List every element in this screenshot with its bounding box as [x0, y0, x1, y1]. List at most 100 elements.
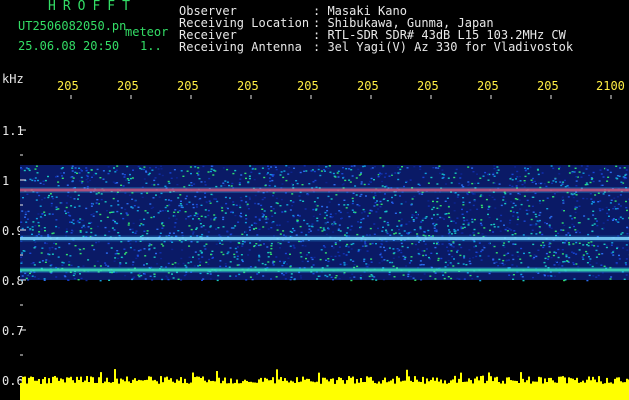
- noise-speck: [546, 197, 549, 199]
- noise-speck: [192, 218, 194, 220]
- noise-speck: [480, 250, 483, 253]
- noise-speck: [543, 274, 546, 277]
- noise-speck: [407, 273, 410, 276]
- noise-speck: [465, 264, 468, 266]
- count-label: 1..: [140, 39, 162, 53]
- spectrum-bar: [284, 378, 286, 400]
- noise-speck: [394, 232, 397, 234]
- noise-speck: [430, 217, 433, 220]
- noise-speck: [171, 248, 174, 251]
- noise-speck: [114, 171, 117, 173]
- noise-speck: [449, 262, 452, 264]
- spectrum-bar: [624, 382, 626, 400]
- noise-speck: [547, 255, 550, 258]
- noise-speck: [317, 229, 320, 231]
- noise-speck: [508, 228, 511, 230]
- noise-speck: [229, 197, 231, 199]
- noise-speck: [279, 174, 282, 176]
- noise-speck: [481, 206, 484, 209]
- noise-speck: [122, 185, 125, 187]
- noise-speck: [605, 206, 608, 209]
- noise-speck: [468, 249, 471, 251]
- noise-speck: [554, 178, 557, 180]
- noise-speck: [487, 213, 489, 216]
- noise-speck: [171, 263, 174, 265]
- noise-speck: [104, 262, 107, 264]
- noise-speck: [143, 273, 146, 275]
- noise-speck: [155, 194, 157, 196]
- noise-speck: [386, 232, 389, 235]
- noise-speck: [441, 217, 444, 219]
- noise-speck: [305, 257, 307, 260]
- noise-speck: [599, 200, 602, 202]
- noise-speck: [276, 224, 279, 226]
- noise-speck: [82, 224, 85, 227]
- noise-speck: [537, 173, 540, 176]
- spectrum-bar: [110, 382, 112, 400]
- noise-speck: [619, 216, 622, 218]
- noise-speck: [448, 229, 450, 231]
- noise-speck: [456, 196, 459, 198]
- noise-speck: [468, 201, 471, 204]
- spectrum-bar: [88, 382, 90, 400]
- noise-speck: [320, 170, 323, 172]
- noise-speck: [457, 262, 460, 265]
- spectrum-bar: [380, 383, 382, 400]
- noise-speck: [449, 244, 452, 246]
- noise-speck: [546, 222, 548, 225]
- noise-speck: [330, 255, 333, 258]
- noise-speck: [85, 231, 88, 233]
- noise-speck: [85, 178, 88, 181]
- noise-speck: [248, 175, 251, 177]
- noise-speck: [601, 208, 604, 211]
- spectrum-bar: [158, 383, 160, 400]
- noise-speck: [610, 244, 613, 246]
- noise-speck: [424, 243, 427, 245]
- noise-speck: [545, 185, 548, 188]
- x-tick-label: 2100: [596, 79, 625, 93]
- noise-speck: [534, 213, 537, 216]
- noise-speck: [270, 253, 273, 255]
- noise-speck: [253, 245, 256, 248]
- spectrum-bar: [420, 382, 422, 400]
- noise-speck: [545, 252, 548, 255]
- noise-speck: [57, 181, 60, 183]
- noise-speck: [456, 251, 458, 253]
- spectrum-bar: [398, 377, 400, 400]
- noise-speck: [578, 249, 581, 251]
- noise-speck: [391, 202, 394, 204]
- spectrum-bar: [476, 376, 478, 400]
- noise-speck: [367, 183, 370, 185]
- noise-speck: [351, 175, 354, 177]
- noise-speck: [612, 250, 615, 252]
- noise-speck: [192, 206, 195, 209]
- spectrum-bar: [482, 375, 484, 400]
- noise-speck: [434, 278, 437, 280]
- noise-speck: [345, 207, 348, 209]
- noise-speck: [292, 227, 294, 230]
- spectrum-bar: [580, 382, 582, 400]
- noise-speck: [550, 215, 553, 218]
- noise-speck: [421, 193, 424, 195]
- noise-speck: [408, 232, 410, 234]
- noise-speck: [521, 183, 524, 186]
- noise-speck: [376, 204, 379, 206]
- noise-speck: [125, 251, 128, 254]
- noise-speck: [475, 251, 478, 253]
- noise-speck: [353, 165, 356, 167]
- spectrum-bar: [532, 381, 534, 400]
- spectrum-bar: [430, 379, 432, 400]
- noise-speck: [249, 242, 252, 244]
- noise-speck: [516, 212, 519, 214]
- noise-speck: [73, 206, 76, 208]
- noise-speck: [287, 173, 290, 175]
- noise-speck: [208, 258, 211, 261]
- noise-speck: [605, 244, 608, 247]
- noise-speck: [47, 196, 50, 199]
- noise-speck: [207, 171, 210, 173]
- noise-speck: [562, 181, 565, 183]
- noise-speck: [69, 196, 72, 198]
- noise-speck: [621, 217, 624, 220]
- noise-speck: [199, 223, 202, 225]
- spectrum-bar: [134, 378, 136, 400]
